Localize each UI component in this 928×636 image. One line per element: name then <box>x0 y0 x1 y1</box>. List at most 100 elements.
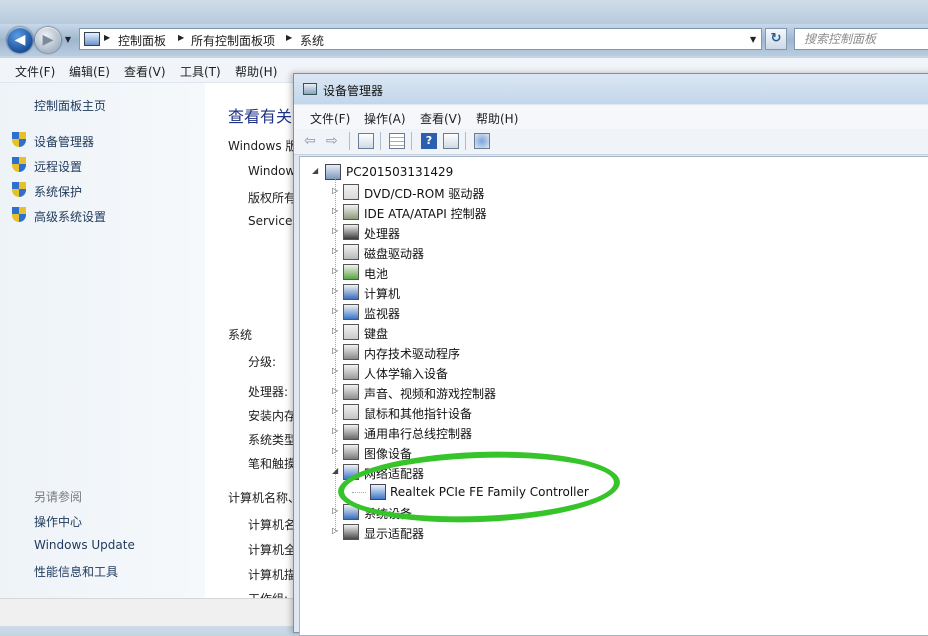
page-title: 查看有关 <box>228 107 293 126</box>
refresh-button[interactable]: ↻ <box>765 28 787 50</box>
category-label: 键盘 <box>364 327 389 341</box>
full-name-label: 计算机全 <box>248 543 297 557</box>
remote-settings-link[interactable]: 远程设置 <box>34 158 82 175</box>
expand-triangle-icon[interactable]: ▷ <box>332 206 340 215</box>
expand-triangle-icon[interactable]: ▷ <box>332 286 340 295</box>
category-label: 内存技术驱动程序 <box>364 347 461 361</box>
collapse-triangle-icon[interactable]: ◢ <box>332 466 340 475</box>
address-dropdown-icon[interactable]: ▼ <box>750 35 756 44</box>
category-label: 通用串行总线控制器 <box>364 427 473 441</box>
menu-file[interactable]: 文件(F) <box>15 63 55 80</box>
category-label: DVD/CD-ROM 驱动器 <box>364 187 485 201</box>
windows-update-link[interactable]: Windows Update <box>34 538 135 552</box>
expand-triangle-icon[interactable]: ▷ <box>332 306 340 315</box>
category-label: 人体学输入设备 <box>364 367 449 381</box>
expand-triangle-icon[interactable]: ▷ <box>332 226 340 235</box>
dm-menu-action[interactable]: 操作(A) <box>364 110 406 127</box>
performance-tools-link[interactable]: 性能信息和工具 <box>34 563 118 580</box>
expand-triangle-icon[interactable]: ▷ <box>332 246 340 255</box>
expand-triangle-icon[interactable]: ▷ <box>332 366 340 375</box>
console-tree-icon[interactable] <box>358 133 374 149</box>
windows-edition-text: Window <box>248 164 296 178</box>
expand-triangle-icon[interactable]: ▷ <box>332 186 340 195</box>
shield-icon <box>12 182 26 197</box>
display-adapter-icon <box>343 524 359 540</box>
expand-triangle-icon[interactable]: ▷ <box>332 446 340 455</box>
keyboard-icon <box>343 324 359 340</box>
windows-edition-heading: Windows 版 <box>228 139 298 153</box>
computer-name-heading: 计算机名称、 <box>228 491 301 505</box>
camera-icon <box>343 444 359 460</box>
refresh-icon: ↻ <box>770 31 782 46</box>
sound-icon <box>343 384 359 400</box>
root-label: PC201503131429 <box>346 165 454 179</box>
description-label: 计算机描 <box>248 568 297 582</box>
category-label: 处理器 <box>364 227 401 241</box>
scan-hardware-icon[interactable] <box>474 133 490 149</box>
category-label: 监视器 <box>364 307 401 321</box>
chevron-right-icon[interactable]: ▶ <box>286 33 292 42</box>
address-box[interactable]: ▶ 控制面板 ▶ 所有控制面板项 ▶ 系统 ▼ <box>79 28 762 50</box>
category-label: 电池 <box>364 267 389 281</box>
copyright-text: 版权所有 <box>248 191 297 205</box>
control-panel-home-link[interactable]: 控制面板主页 <box>34 97 106 114</box>
back-arrow-icon[interactable]: ⇦ <box>304 133 320 149</box>
expand-triangle-icon[interactable]: ▷ <box>332 406 340 415</box>
expand-triangle-icon[interactable]: ▷ <box>332 426 340 435</box>
back-button[interactable]: ◀ <box>7 27 33 53</box>
menu-edit[interactable]: 编辑(E) <box>69 63 110 80</box>
search-input[interactable]: 搜索控制面板 <box>794 28 928 50</box>
menu-view[interactable]: 查看(V) <box>124 63 166 80</box>
tasks-pane <box>0 83 205 608</box>
advanced-settings-link[interactable]: 高级系统设置 <box>34 208 106 225</box>
disk-drive-icon <box>343 244 359 260</box>
show-hide-icon[interactable] <box>443 133 459 149</box>
mouse-icon <box>343 404 359 420</box>
breadcrumb-control-panel[interactable]: 控制面板 <box>118 32 166 49</box>
dm-menu-view[interactable]: 查看(V) <box>420 110 462 127</box>
expand-triangle-icon[interactable]: ▷ <box>332 346 340 355</box>
category-label: 磁盘驱动器 <box>364 247 425 261</box>
system-protection-link[interactable]: 系统保护 <box>34 183 82 200</box>
forward-button[interactable]: ▶ <box>35 27 61 53</box>
shield-icon <box>12 157 26 172</box>
computer-icon <box>325 164 341 180</box>
category-label: 计算机 <box>364 287 401 301</box>
dm-menu-file[interactable]: 文件(F) <box>310 110 350 127</box>
computer-icon <box>343 284 359 300</box>
ide-controller-icon <box>343 204 359 220</box>
dm-menu-help[interactable]: 帮助(H) <box>476 110 518 127</box>
back-arrow-icon: ◀ <box>14 32 26 48</box>
pen-touch-label: 笔和触摸 <box>248 457 297 471</box>
forward-arrow-icon[interactable]: ⇨ <box>326 133 342 149</box>
dm-menu-bar: 文件(F) 操作(A) 查看(V) 帮助(H) <box>294 105 928 129</box>
battery-icon <box>343 264 359 280</box>
breadcrumb-all-items[interactable]: 所有控制面板项 <box>191 32 275 49</box>
collapse-triangle-icon[interactable]: ◢ <box>312 166 320 175</box>
expand-triangle-icon[interactable]: ▷ <box>332 266 340 275</box>
help-icon[interactable]: ? <box>421 133 437 149</box>
device-manager-link[interactable]: 设备管理器 <box>34 133 94 150</box>
hid-icon <box>343 364 359 380</box>
recent-pages-dropdown[interactable]: ▼ <box>63 34 73 46</box>
memory-label: 安装内存 <box>248 409 297 423</box>
action-center-link[interactable]: 操作中心 <box>34 513 82 530</box>
chevron-right-icon[interactable]: ▶ <box>104 33 110 42</box>
device-manager-window: 设备管理器 文件(F) 操作(A) 查看(V) 帮助(H) ⇦ ⇨ ? ◢ PC… <box>293 73 928 636</box>
properties-icon[interactable] <box>389 133 405 149</box>
expand-triangle-icon[interactable]: ▷ <box>332 326 340 335</box>
expand-triangle-icon[interactable]: ▷ <box>332 526 340 535</box>
menu-tools[interactable]: 工具(T) <box>180 63 221 80</box>
breadcrumb-system[interactable]: 系统 <box>300 32 324 49</box>
usb-icon <box>343 424 359 440</box>
processor-icon <box>343 224 359 240</box>
title-bar[interactable]: 设备管理器 <box>294 74 928 104</box>
expand-triangle-icon[interactable]: ▷ <box>332 506 340 515</box>
chevron-right-icon[interactable]: ▶ <box>178 33 184 42</box>
expand-triangle-icon[interactable]: ▷ <box>332 386 340 395</box>
category-label: 显示适配器 <box>364 527 425 541</box>
category-label: 声音、视频和游戏控制器 <box>364 387 497 401</box>
menu-help[interactable]: 帮助(H) <box>235 63 277 80</box>
device-manager-icon <box>303 83 317 95</box>
rating-label: 分级: <box>248 355 277 369</box>
